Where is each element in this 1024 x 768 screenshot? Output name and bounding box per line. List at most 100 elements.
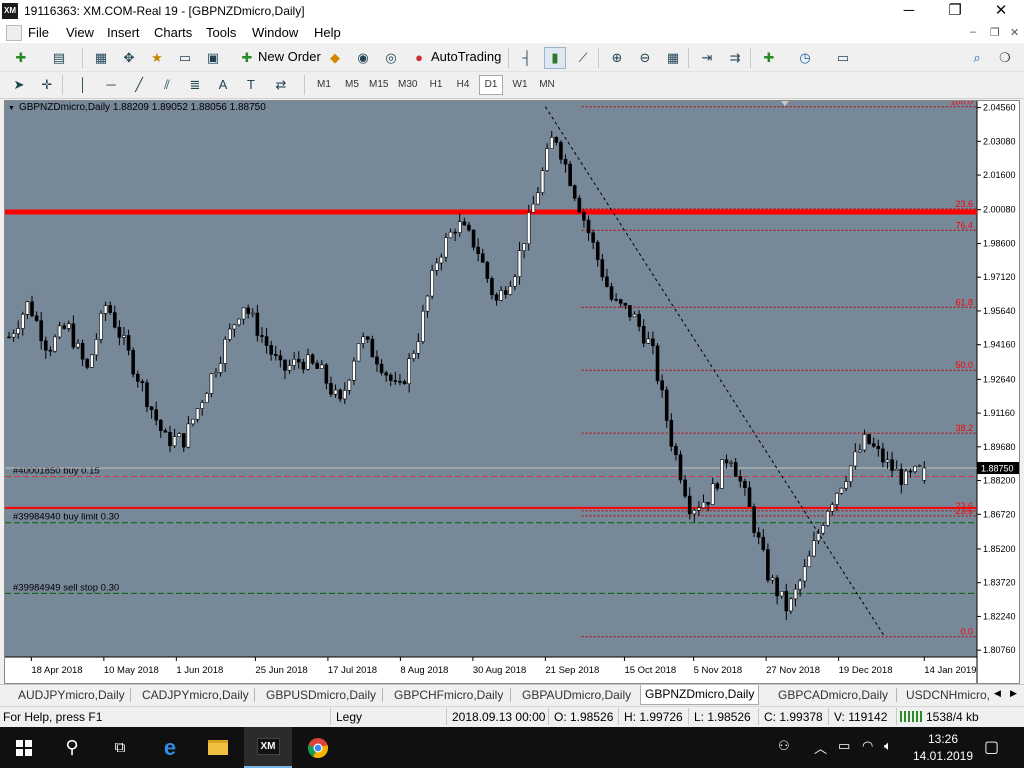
taskbar-xm-terminal[interactable]: XM bbox=[244, 727, 292, 768]
close-button[interactable]: ✕ bbox=[978, 0, 1024, 23]
volume-icon[interactable]: 🔈︎ bbox=[884, 738, 892, 754]
candle-body bbox=[825, 510, 830, 526]
mdi-restore-button[interactable]: ❐ bbox=[990, 26, 1000, 39]
indicators-icon[interactable]: ✚ bbox=[758, 47, 780, 69]
candle-body bbox=[494, 294, 499, 301]
timeframe-m1[interactable]: M1 bbox=[312, 75, 336, 95]
candle-body bbox=[766, 549, 770, 581]
menu-help[interactable]: Help bbox=[314, 25, 341, 40]
start-button[interactable] bbox=[0, 727, 48, 768]
chart-window-icon[interactable] bbox=[6, 25, 22, 41]
candle-body bbox=[319, 364, 324, 369]
tab-separator bbox=[254, 688, 255, 702]
candle-body bbox=[922, 467, 927, 481]
timeframe-w1[interactable]: W1 bbox=[508, 75, 532, 95]
terminal-icon[interactable]: ▭ bbox=[174, 47, 196, 69]
notifications-icon[interactable]: ▢ bbox=[984, 737, 999, 757]
minimize-button[interactable]: ─ bbox=[886, 0, 932, 23]
menu-tools[interactable]: Tools bbox=[206, 25, 236, 40]
taskbar-file-explorer[interactable] bbox=[194, 727, 242, 768]
menu-insert[interactable]: Insert bbox=[107, 25, 140, 40]
bar-chart-icon[interactable]: ┤ bbox=[516, 47, 538, 69]
candlestick-chart-icon[interactable]: ▮ bbox=[544, 47, 566, 69]
price-chart[interactable]: 2.04560 2.03080 2.01600 2.00080 1.98600 1.971… bbox=[4, 100, 1020, 684]
mdi-close-button[interactable]: ✕ bbox=[1010, 26, 1019, 39]
tile-windows-icon[interactable]: ▦ bbox=[662, 47, 684, 69]
timeframe-m5[interactable]: M5 bbox=[340, 75, 364, 95]
text-icon[interactable]: A bbox=[212, 74, 234, 96]
autotrading-icon[interactable]: ● bbox=[408, 47, 430, 69]
autotrading-button[interactable]: AutoTrading bbox=[431, 49, 501, 64]
metaeditor-icon[interactable]: ◆ bbox=[324, 47, 346, 69]
menu-window[interactable]: Window bbox=[252, 25, 298, 40]
zoom-in-icon[interactable]: ⊕ bbox=[606, 47, 628, 69]
profiles-icon[interactable]: ▤ bbox=[48, 47, 70, 69]
crosshair-icon[interactable]: ✛ bbox=[36, 74, 58, 96]
tab-scroll-right-icon[interactable]: ▶ bbox=[1010, 688, 1017, 699]
cursor-icon[interactable]: ➤ bbox=[8, 74, 30, 96]
new-chart-icon[interactable]: ✚ bbox=[10, 47, 32, 69]
new-order-button[interactable]: New Order bbox=[258, 49, 321, 64]
battery-icon[interactable]: ▭ bbox=[838, 738, 850, 754]
menu-view[interactable]: View bbox=[66, 25, 94, 40]
signals-icon[interactable]: ◉ bbox=[352, 47, 374, 69]
vertical-line-icon[interactable]: │ bbox=[72, 74, 94, 96]
wifi-icon[interactable]: ◠ bbox=[862, 738, 873, 754]
menu-charts[interactable]: Charts bbox=[154, 25, 192, 40]
tab-cadjpymicro[interactable]: CADJPYmicro,Daily bbox=[138, 687, 253, 703]
menu-file[interactable]: File bbox=[28, 25, 49, 40]
equidistant-channel-icon[interactable]: ⫽ bbox=[156, 74, 178, 96]
market-watch-icon[interactable]: ▦ bbox=[90, 47, 112, 69]
tab-gbpusdmicro[interactable]: GBPUSDmicro,Daily bbox=[262, 687, 380, 703]
timeframe-m30[interactable]: M30 bbox=[395, 75, 420, 95]
new-order-icon[interactable]: ✚ bbox=[236, 47, 258, 69]
candle-body bbox=[678, 454, 683, 481]
templates-icon[interactable]: ▭ bbox=[832, 47, 854, 69]
chart-shift-icon[interactable]: ⇥ bbox=[696, 47, 718, 69]
taskbar-search-button[interactable]: ⚲ bbox=[48, 727, 96, 768]
clock-date[interactable]: 14.01.2019 bbox=[910, 749, 976, 763]
horizontal-line-icon[interactable]: ─ bbox=[100, 74, 122, 96]
auto-scroll-icon[interactable]: ⇉ bbox=[724, 47, 746, 69]
timeframe-mn[interactable]: MN bbox=[535, 75, 559, 95]
people-icon[interactable]: ⚇ bbox=[778, 738, 790, 754]
taskbar-chrome[interactable] bbox=[294, 727, 342, 768]
zoom-out-icon[interactable]: ⊖ bbox=[634, 47, 656, 69]
line-chart-icon[interactable]: ⟋ bbox=[572, 47, 594, 69]
tab-usdcnhmicro[interactable]: USDCNHmicro, bbox=[902, 687, 990, 703]
arrows-icon[interactable]: ⇄ bbox=[270, 74, 292, 96]
tab-audjpymicro[interactable]: AUDJPYmicro,Daily bbox=[14, 687, 129, 703]
task-view-button[interactable]: ⧉ bbox=[96, 727, 144, 768]
timeframe-m15[interactable]: M15 bbox=[366, 75, 391, 95]
maximize-button[interactable]: ❐ bbox=[932, 0, 978, 23]
candle-body bbox=[177, 433, 181, 437]
tab-gbpnzdmicro[interactable]: GBPNZDmicro,Daily bbox=[640, 685, 760, 705]
mdi-minimize-button[interactable]: – bbox=[970, 26, 976, 38]
candle-body bbox=[264, 336, 269, 346]
data-window-icon[interactable]: ✥ bbox=[118, 47, 140, 69]
taskbar-edge[interactable]: e bbox=[146, 727, 194, 768]
show-hidden-icons[interactable]: ︿ bbox=[814, 738, 827, 757]
tab-gbpaudmicro[interactable]: GBPAUDmicro,Daily bbox=[518, 687, 635, 703]
candle-body bbox=[76, 342, 80, 348]
chat-icon[interactable]: ❍ bbox=[994, 47, 1016, 69]
navigator-icon[interactable]: ★ bbox=[146, 47, 168, 69]
text-label-icon[interactable]: T bbox=[240, 74, 262, 96]
chart-canvas[interactable]: 2.04560 2.03080 2.01600 2.00080 1.98600 1.971… bbox=[5, 101, 1020, 684]
timeframe-h4[interactable]: H4 bbox=[451, 75, 475, 95]
timeframe-h1[interactable]: H1 bbox=[424, 75, 448, 95]
clock-time[interactable]: 13:26 bbox=[916, 732, 970, 746]
strategy-tester-icon[interactable]: ▣ bbox=[202, 47, 224, 69]
tab-gbpcadmicro[interactable]: GBPCADmicro,Daily bbox=[774, 687, 892, 703]
periods-icon[interactable]: ◷ bbox=[794, 47, 816, 69]
market-icon[interactable]: ◎ bbox=[380, 47, 402, 69]
tab-scroll-left-icon[interactable]: ◀ bbox=[994, 688, 1001, 699]
trendline-icon[interactable]: ╱ bbox=[128, 74, 150, 96]
search-icon[interactable]: ⌕ bbox=[966, 47, 988, 69]
candle-body bbox=[908, 470, 913, 473]
timeframe-d1[interactable]: D1 bbox=[479, 75, 503, 95]
candle-body bbox=[25, 301, 30, 315]
fibonacci-retracement-icon[interactable]: ≣ bbox=[184, 74, 206, 96]
fib-level-label: 23.6 bbox=[955, 199, 973, 209]
tab-gbpchfmicro[interactable]: GBPCHFmicro,Daily bbox=[390, 687, 507, 703]
